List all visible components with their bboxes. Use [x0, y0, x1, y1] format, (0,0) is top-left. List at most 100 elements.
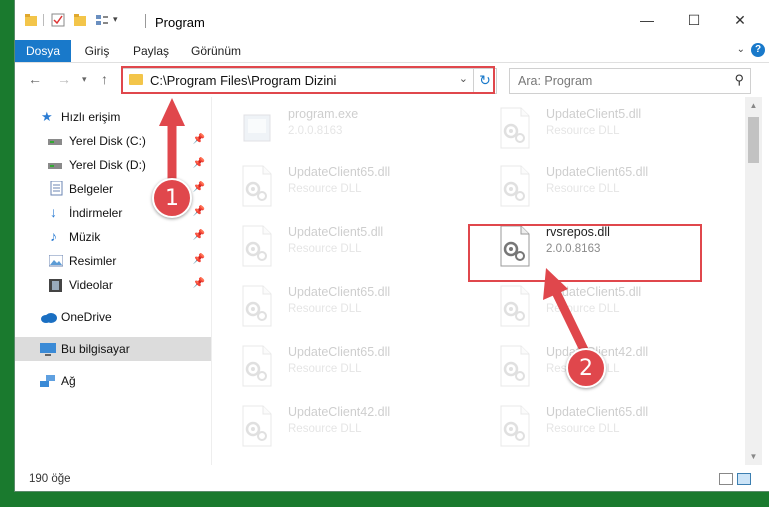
pin-icon[interactable]: 📌	[193, 182, 205, 193]
file-description: Resource DLL	[546, 303, 620, 315]
file-description: Resource DLL	[288, 243, 362, 255]
nav-label: Müzik	[69, 230, 101, 244]
file-description: Resource DLL	[288, 423, 362, 435]
pin-icon[interactable]: 📌	[193, 254, 205, 265]
file-description: Resource DLL	[288, 183, 362, 195]
step-badge-1: 1	[152, 178, 192, 218]
file-description: Resource DLL	[546, 423, 620, 435]
nav-item-drive-c[interactable]: Yerel Disk (C:) 📌	[15, 129, 211, 153]
minimize-button[interactable]: —	[637, 10, 657, 30]
dll-file-icon	[500, 107, 530, 149]
dll-file-icon	[242, 405, 272, 447]
nav-item-pictures[interactable]: Resimler 📌	[15, 249, 211, 273]
folder-icon[interactable]	[24, 13, 38, 27]
file-item[interactable]: UpdateClient42.dllResource DLL	[232, 401, 472, 453]
file-highlight	[468, 224, 702, 282]
scroll-up-arrow-icon[interactable]: ▲	[745, 97, 762, 114]
pin-icon[interactable]: 📌	[193, 230, 205, 241]
nav-item-videos[interactable]: Videolar 📌	[15, 273, 211, 297]
nav-label: OneDrive	[61, 310, 112, 324]
nav-item-quick-access[interactable]: ★ Hızlı erişim	[15, 105, 211, 129]
file-description: 2.0.0.8163	[288, 125, 343, 137]
tab-home[interactable]: Giriş	[77, 40, 117, 62]
drive-icon	[48, 139, 62, 145]
videos-icon	[49, 279, 62, 292]
pin-icon[interactable]: 📌	[193, 158, 205, 169]
file-name: UpdateClient5.dll	[546, 107, 642, 121]
vertical-scrollbar[interactable]: ▲ ▼	[745, 97, 762, 465]
large-icons-view-icon[interactable]	[737, 473, 751, 485]
qat-dropdown-icon[interactable]: ▾	[113, 14, 118, 25]
tab-file[interactable]: Dosya	[15, 40, 71, 62]
dll-file-icon	[242, 165, 272, 207]
scroll-down-arrow-icon[interactable]: ▼	[745, 448, 762, 465]
nav-item-music[interactable]: ♪ Müzik 📌	[15, 225, 211, 249]
dll-file-icon	[500, 165, 530, 207]
file-name: UpdateClient5.dll	[546, 285, 642, 299]
dll-file-icon	[500, 405, 530, 447]
file-name: program.exe	[288, 107, 359, 121]
pin-icon[interactable]: 📌	[193, 278, 205, 289]
file-name: UpdateClient65.dll	[288, 165, 391, 179]
file-name: UpdateClient65.dll	[288, 285, 391, 299]
file-item[interactable]: UpdateClient65.dll Resource DLL	[490, 161, 730, 213]
music-icon: ♪	[50, 228, 57, 244]
file-item[interactable]: UpdateClient5.dll Resource DLL	[490, 281, 730, 333]
expand-ribbon-icon[interactable]: ⌄	[737, 44, 745, 55]
file-item[interactable]: UpdateClient65.dll Resource DLL	[232, 341, 472, 393]
maximize-button[interactable]: ☐	[684, 10, 704, 30]
dll-file-icon	[242, 225, 272, 267]
forward-arrow-icon[interactable]: →	[57, 71, 71, 87]
up-arrow-icon[interactable]: ↑	[101, 71, 108, 87]
title-bar: ▾ Program — ☐ ✕	[15, 0, 769, 40]
file-item[interactable]: UpdateClient65.dll Resource DLL	[232, 161, 472, 213]
pin-icon[interactable]: 📌	[193, 134, 205, 145]
tab-share[interactable]: Paylaş	[125, 40, 177, 62]
scroll-thumb[interactable]	[748, 117, 759, 163]
dll-file-icon	[242, 285, 272, 327]
back-arrow-icon[interactable]: ←	[28, 71, 42, 87]
nav-label: Yerel Disk (D:)	[69, 158, 146, 172]
application-icon	[243, 114, 271, 142]
file-item[interactable]: UpdateClient65.dll Resource DLL	[490, 401, 730, 453]
file-name: UpdateClient65.dll	[288, 345, 391, 359]
nav-label: İndirmeler	[69, 206, 123, 220]
file-item[interactable]: UpdateClient5.dll Resource DLL	[490, 103, 730, 155]
file-item[interactable]: program.exe 2.0.0.8163	[232, 103, 472, 155]
recent-locations-icon[interactable]: ▾	[82, 74, 87, 85]
file-item[interactable]: UpdateClient65.dll Resource DLL	[232, 281, 472, 333]
title-separator	[145, 14, 146, 28]
properties-icon[interactable]	[51, 13, 65, 27]
file-name: UpdateClient65.dll	[546, 165, 649, 179]
search-box[interactable]: Ara: Program ⚲	[509, 68, 751, 94]
pin-icon[interactable]: 📌	[193, 206, 205, 217]
nav-item-network[interactable]: Ağ	[15, 369, 211, 393]
cloud-icon	[41, 313, 57, 323]
qat-separator	[43, 14, 44, 26]
dll-file-icon	[242, 345, 272, 387]
file-item[interactable]: UpdateClient5.dll Resource DLL	[232, 221, 472, 273]
nav-label: Belgeler	[69, 182, 114, 196]
nav-item-this-pc[interactable]: Bu bilgisayar	[15, 337, 211, 361]
address-highlight	[121, 66, 495, 94]
star-icon: ★	[41, 109, 53, 124]
documents-icon	[50, 181, 63, 196]
tab-view[interactable]: Görünüm	[187, 40, 245, 62]
customize-toolbar-icon[interactable]	[95, 13, 109, 27]
dll-file-icon	[500, 345, 530, 387]
search-input[interactable]: Ara: Program	[518, 74, 592, 88]
details-view-icon[interactable]	[719, 473, 733, 485]
search-icon[interactable]: ⚲	[734, 72, 744, 88]
dll-file-icon	[500, 285, 530, 327]
nav-item-drive-d[interactable]: Yerel Disk (D:) 📌	[15, 153, 211, 177]
help-icon[interactable]: ?	[751, 43, 765, 57]
nav-label: Hızlı erişim	[61, 110, 121, 124]
status-bar: 190 öğe	[15, 468, 769, 491]
download-icon: ↓	[50, 204, 57, 220]
nav-item-onedrive[interactable]: OneDrive	[15, 305, 211, 329]
close-button[interactable]: ✕	[730, 10, 750, 30]
nav-label: Resimler	[69, 254, 117, 268]
file-description: Resource DLL	[288, 363, 362, 375]
new-folder-icon[interactable]	[73, 13, 87, 27]
file-item[interactable]: UpdateClient42.dllResource DLL	[490, 341, 730, 393]
